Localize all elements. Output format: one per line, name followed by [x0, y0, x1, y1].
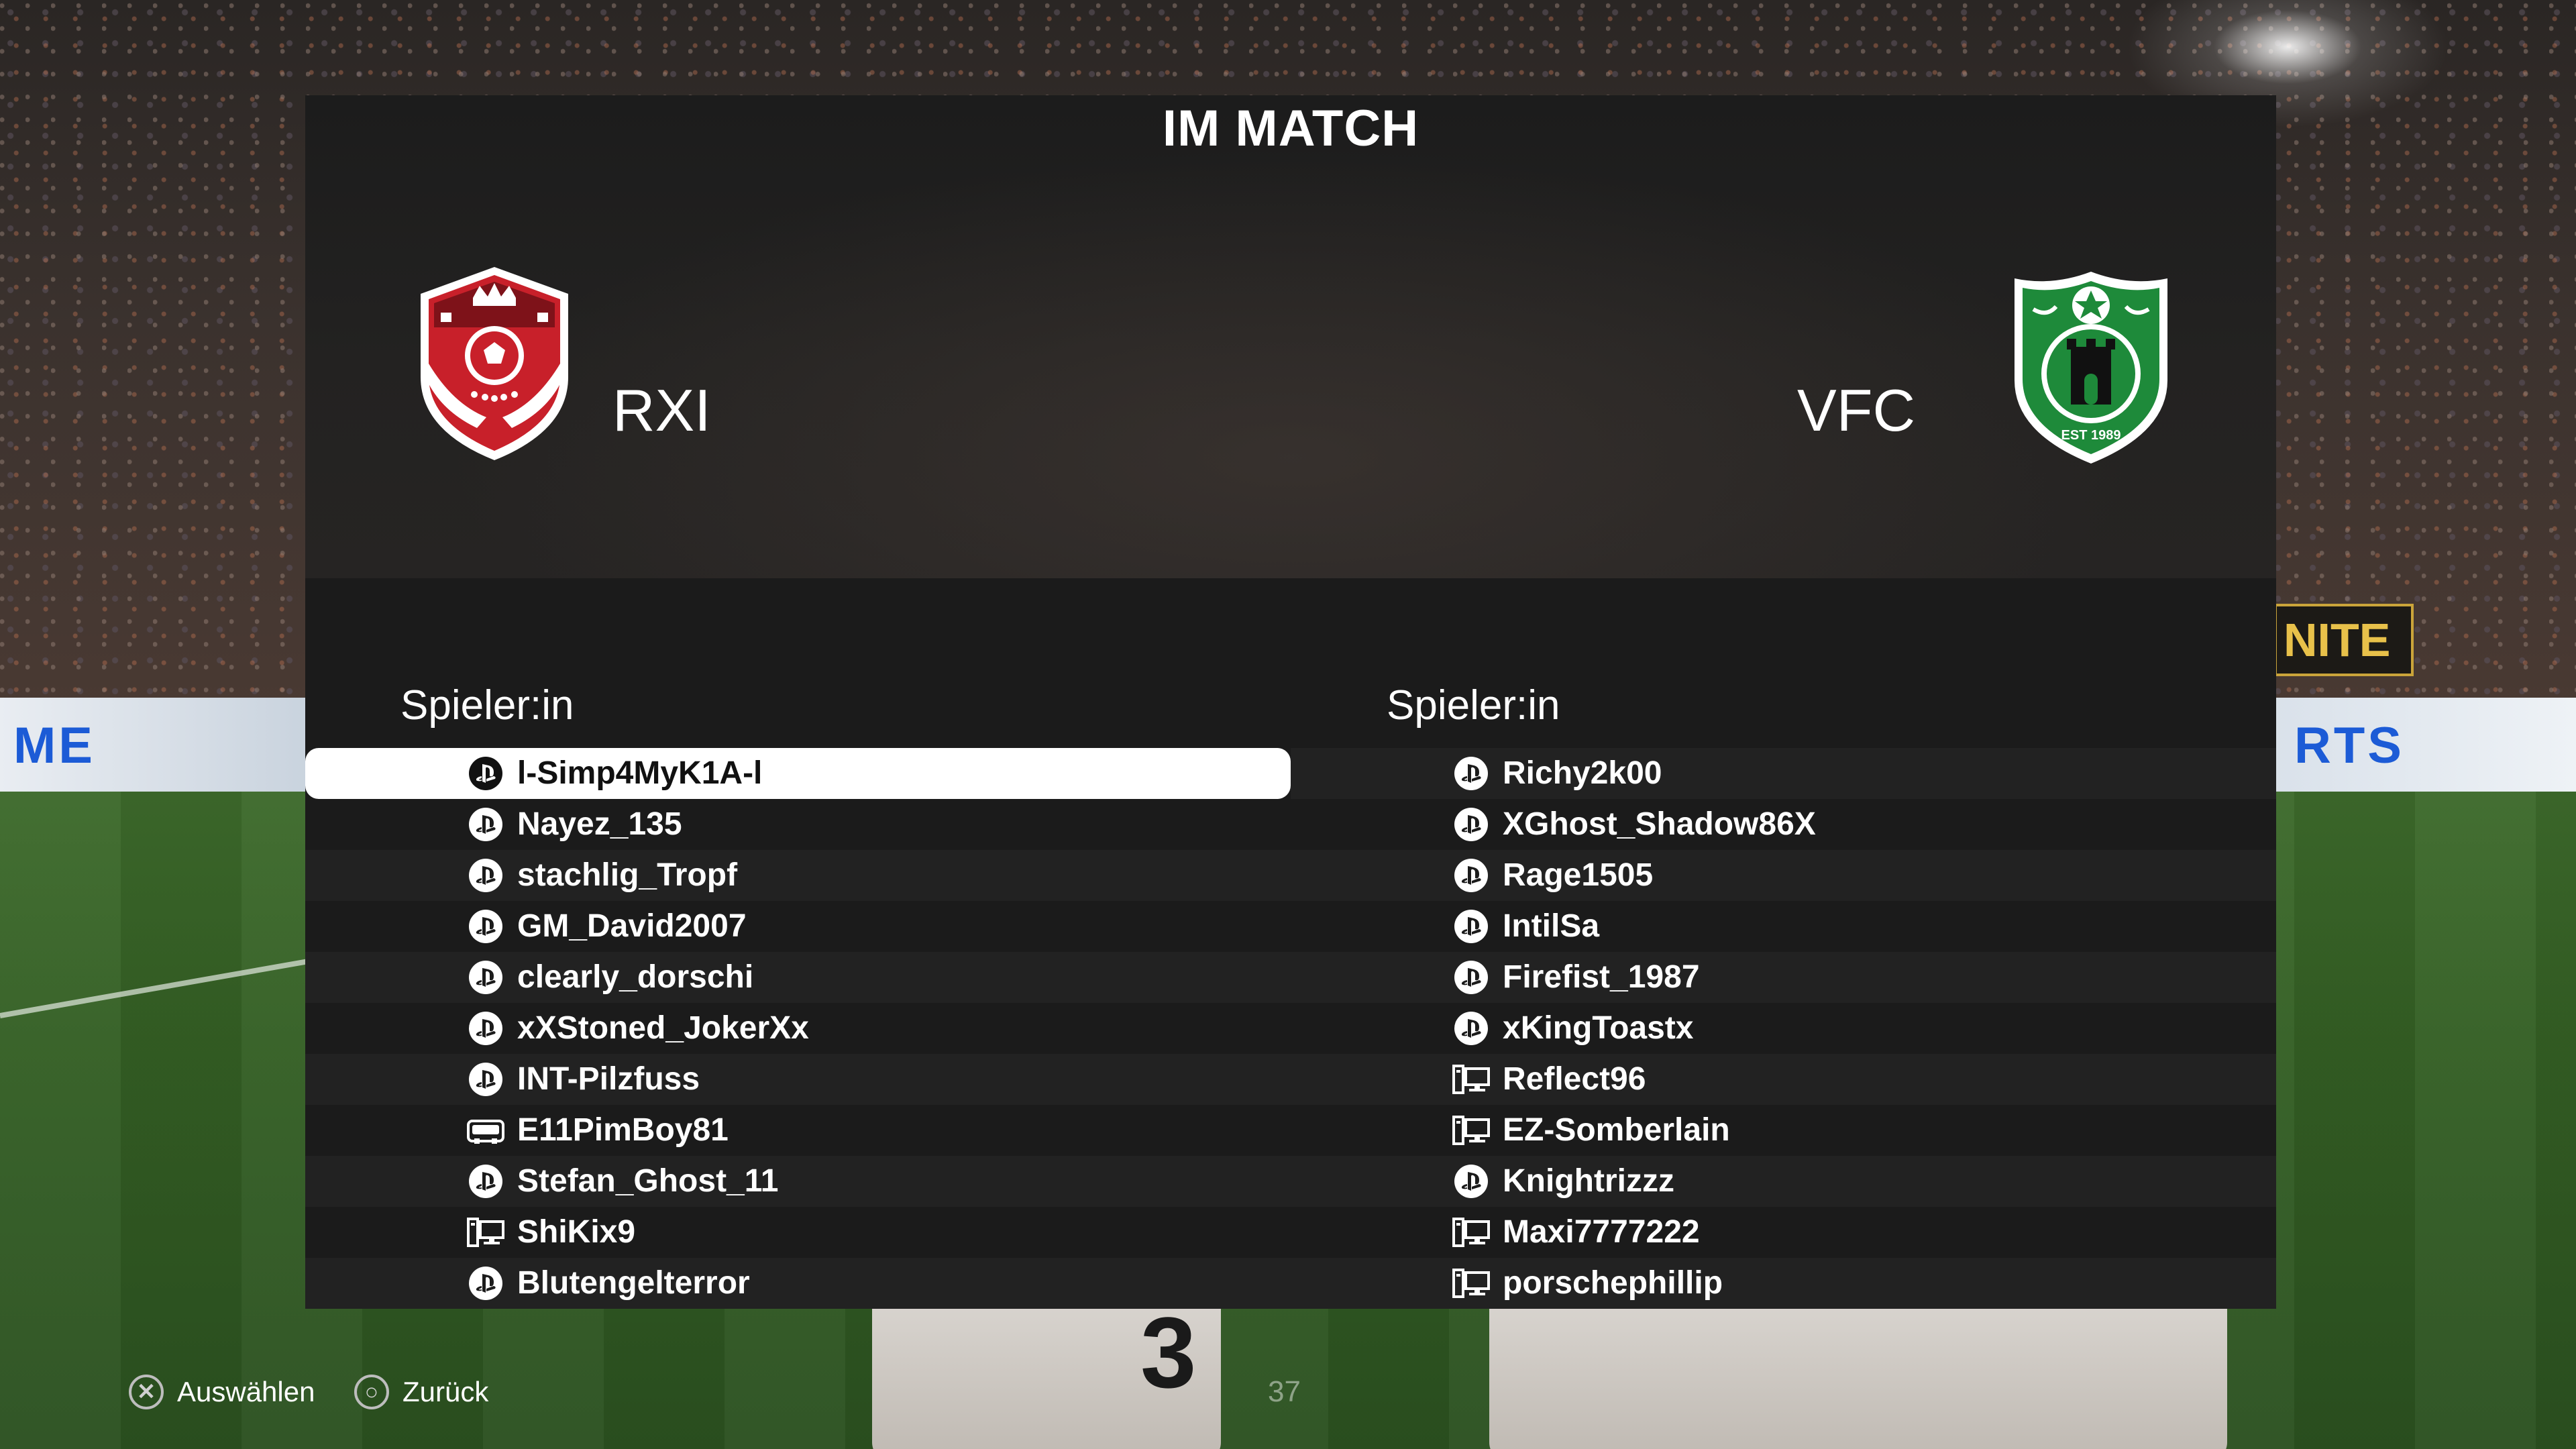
- player-row[interactable]: ShiKix9: [305, 1207, 1291, 1258]
- rxi-crest-icon: [413, 263, 577, 464]
- xbox-icon: [466, 1113, 505, 1148]
- player-row[interactable]: Firefist_1987: [1291, 952, 2276, 1003]
- playstation-icon: [466, 1266, 505, 1301]
- home-team-name: RXI: [612, 377, 711, 443]
- player-name: Knightrizzz: [1503, 1163, 1674, 1199]
- select-hint[interactable]: ✕ Auswählen: [129, 1368, 315, 1415]
- jersey-number: 3: [1140, 1296, 1197, 1409]
- player-name: EZ-Somberlain: [1503, 1112, 1730, 1148]
- pc-icon: [1452, 1113, 1491, 1148]
- player-row[interactable]: stachlig_Tropf: [305, 850, 1291, 901]
- playstation-icon: [1452, 858, 1491, 893]
- player-row[interactable]: xXStoned_JokerXx: [305, 1003, 1291, 1054]
- player-name: clearly_dorschi: [517, 959, 754, 995]
- player-name: porschephillip: [1503, 1265, 1723, 1301]
- away-player-list: Richy2k00 XGhost_Shadow86X Rage1505 IntilSa…: [1291, 748, 2276, 1309]
- playstation-icon: [1452, 1164, 1491, 1199]
- player-row[interactable]: clearly_dorschi: [305, 952, 1291, 1003]
- playstation-icon: [1452, 807, 1491, 842]
- player-name: E11PimBoy81: [517, 1112, 729, 1148]
- player-name: Nayez_135: [517, 806, 682, 842]
- player-row[interactable]: E11PimBoy81: [305, 1105, 1291, 1156]
- player-name: IntilSa: [1503, 908, 1600, 944]
- player-row[interactable]: Blutengelterror: [305, 1258, 1291, 1309]
- playstation-icon: [466, 960, 505, 995]
- pc-icon: [1452, 1062, 1491, 1097]
- player-row[interactable]: l-Simp4MyK1A-l: [305, 748, 1291, 799]
- away-team-name: VFC: [1797, 377, 1915, 443]
- player-row[interactable]: Reflect96: [1291, 1054, 2276, 1105]
- page-title: IM MATCH: [1162, 100, 1419, 157]
- playstation-icon: [1452, 960, 1491, 995]
- player-name: INT-Pilzfuss: [517, 1061, 700, 1097]
- player-row[interactable]: INT-Pilzfuss: [305, 1054, 1291, 1105]
- panel-hero: [305, 95, 2276, 578]
- circle-button-icon: ○: [354, 1375, 389, 1409]
- playstation-icon: [466, 1062, 505, 1097]
- home-players-header: Spieler:in: [400, 682, 574, 729]
- player-row[interactable]: Stefan_Ghost_11: [305, 1156, 1291, 1207]
- player-row[interactable]: xKingToastx: [1291, 1003, 2276, 1054]
- pc-icon: [1452, 1215, 1491, 1250]
- player-name: Reflect96: [1503, 1061, 1646, 1097]
- player-name: xKingToastx: [1503, 1010, 1694, 1046]
- away-players-header: Spieler:in: [1387, 682, 1560, 729]
- player-row[interactable]: Maxi7777222: [1291, 1207, 2276, 1258]
- back-label: Zurück: [402, 1376, 489, 1407]
- ad-board-left: ME: [0, 698, 309, 792]
- player-row[interactable]: Nayez_135: [305, 799, 1291, 850]
- vfc-crest-icon: EST 1989: [2009, 266, 2174, 468]
- playstation-icon: [466, 1164, 505, 1199]
- player-name: ShiKix9: [517, 1214, 636, 1250]
- playstation-icon: [466, 909, 505, 944]
- pc-icon: [1452, 1266, 1491, 1301]
- playstation-icon: [1452, 1011, 1491, 1046]
- player-row[interactable]: GM_David2007: [305, 901, 1291, 952]
- player-name: Blutengelterror: [517, 1265, 750, 1301]
- player-row[interactable]: EZ-Somberlain: [1291, 1105, 2276, 1156]
- player-name: Firefist_1987: [1503, 959, 1700, 995]
- pc-icon: [466, 1215, 505, 1250]
- player-name: Stefan_Ghost_11: [517, 1163, 779, 1199]
- playstation-icon: [466, 1011, 505, 1046]
- player-name: l-Simp4MyK1A-l: [517, 755, 763, 791]
- stadium-banner: NITE: [2274, 604, 2414, 676]
- playstation-icon: [466, 756, 505, 791]
- player-row[interactable]: IntilSa: [1291, 901, 2276, 952]
- player-row[interactable]: Rage1505: [1291, 850, 2276, 901]
- player-name: Richy2k00: [1503, 755, 1662, 791]
- player-row[interactable]: Richy2k00: [1291, 748, 2276, 799]
- select-label: Auswählen: [177, 1376, 315, 1407]
- svg-text:EST 1989: EST 1989: [2061, 428, 2121, 443]
- player-row[interactable]: porschephillip: [1291, 1258, 2276, 1309]
- page-number: 37: [1268, 1375, 1301, 1408]
- player-name: stachlig_Tropf: [517, 857, 738, 893]
- ad-board-right: RTS: [2267, 698, 2576, 792]
- playstation-icon: [466, 858, 505, 893]
- playstation-icon: [1452, 756, 1491, 791]
- player-name: xXStoned_JokerXx: [517, 1010, 809, 1046]
- player-name: GM_David2007: [517, 908, 747, 944]
- player-row[interactable]: Knightrizzz: [1291, 1156, 2276, 1207]
- playstation-icon: [466, 807, 505, 842]
- home-player-list: l-Simp4MyK1A-l Nayez_135 stachlig_Tropf GM_…: [305, 748, 1291, 1309]
- back-hint[interactable]: ○ Zurück: [354, 1368, 488, 1415]
- player-name: XGhost_Shadow86X: [1503, 806, 1816, 842]
- player-row[interactable]: XGhost_Shadow86X: [1291, 799, 2276, 850]
- player-name: Rage1505: [1503, 857, 1654, 893]
- cross-button-icon: ✕: [129, 1375, 164, 1409]
- lineup-panel: IM MATCH RXI EST 1989 VFC Spieler:in Spi…: [305, 95, 2276, 1309]
- player-name: Maxi7777222: [1503, 1214, 1700, 1250]
- playstation-icon: [1452, 909, 1491, 944]
